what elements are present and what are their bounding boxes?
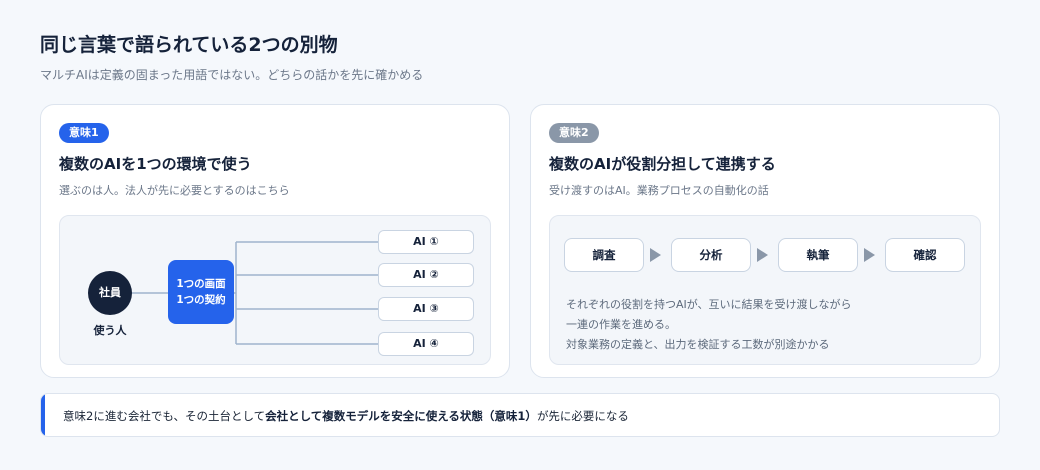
employee-label: 使う人 [93, 324, 127, 337]
arrow-right-icon [650, 248, 661, 262]
meaning2-title: 複数のAIが役割分担して連携する [549, 155, 776, 173]
screen-line-2: 1つの契約 [176, 294, 226, 306]
meaning2-desc-line-1: それぞれの役割を持つAIが、互いに結果を受け渡しながら [566, 298, 852, 311]
callout-text-part1: 意味2に進む会社でも、その土台として [63, 409, 266, 423]
meaning1-card: 意味1 複数のAIを1つの環境で使う 選ぶのは人。法人が先に必要とするのはこちら… [40, 104, 510, 378]
meaning2-badge: 意味2 [549, 123, 599, 143]
step-review: 確認 [885, 238, 965, 272]
step-writing: 執筆 [778, 238, 858, 272]
callout-text-part2: が先に必要になる [536, 409, 629, 423]
ai-node-4: AI ④ [378, 332, 474, 356]
meaning2-diagram: 調査 分析 執筆 確認 それぞれの役割を持つAIが、互いに結果を受け渡しながら … [549, 215, 981, 365]
arrow-right-icon [864, 248, 875, 262]
meaning2-desc-line-3: 対象業務の定義と、出力を検証する工数が別途かかる [566, 338, 830, 351]
meaning1-title: 複数のAIを1つの環境で使う [59, 155, 252, 173]
meaning1-diagram: 社員 使う人 1つの画面 1つの契約 AI ① AI ② AI ③ AI ④ [59, 215, 491, 365]
step-analysis: 分析 [671, 238, 751, 272]
callout-accent-bar [41, 394, 45, 436]
callout-text: 意味2に進む会社でも、その土台として会社として複数モデルを安全に使える状態（意味… [63, 408, 629, 424]
ai-node-3: AI ③ [378, 297, 474, 321]
meaning1-badge: 意味1 [59, 123, 109, 143]
meaning2-desc-line-2: 一連の作業を進める。 [566, 318, 676, 331]
footnote-callout: 意味2に進む会社でも、その土台として会社として複数モデルを安全に使える状態（意味… [40, 393, 1000, 437]
screen-line-1: 1つの画面 [176, 278, 226, 290]
ai-node-2: AI ② [378, 263, 474, 287]
page-subtitle: マルチAIは定義の固まった用語ではない。どちらの話かを先に確かめる [40, 68, 424, 82]
step-research: 調査 [564, 238, 644, 272]
page-title: 同じ言葉で語られている2つの別物 [40, 34, 338, 56]
single-environment-node: 1つの画面 1つの契約 [168, 260, 234, 324]
meaning1-desc: 選ぶのは人。法人が先に必要とするのはこちら [59, 184, 290, 197]
employee-node: 社員 [88, 271, 132, 315]
meaning2-card: 意味2 複数のAIが役割分担して連携する 受け渡すのはAI。業務プロセスの自動化… [530, 104, 1000, 378]
meaning2-desc: 受け渡すのはAI。業務プロセスの自動化の話 [549, 184, 769, 197]
arrow-right-icon [757, 248, 768, 262]
ai-node-1: AI ① [378, 230, 474, 254]
callout-text-bold: 会社として複数モデルを安全に使える状態（意味1） [265, 409, 537, 423]
